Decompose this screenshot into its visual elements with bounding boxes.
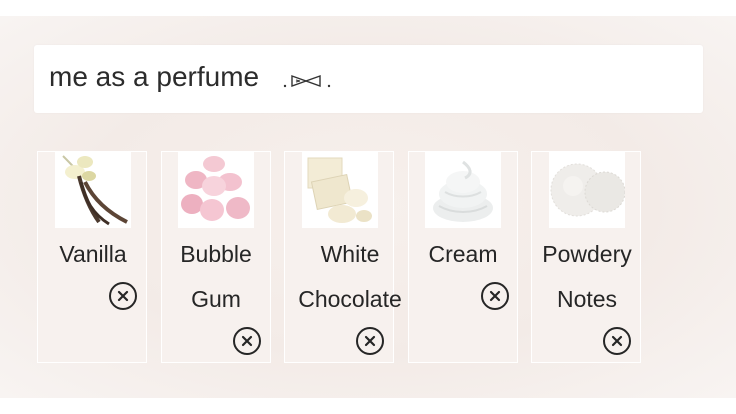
close-icon — [241, 335, 253, 347]
remove-bubble-gum-button[interactable] — [233, 327, 261, 355]
note-label-line1: Bubble — [180, 241, 252, 267]
note-label-line2: Gum — [191, 286, 241, 312]
note-label-line2: Notes — [556, 286, 618, 312]
close-icon — [117, 290, 129, 302]
white-chocolate-image — [302, 152, 378, 228]
board-title: me as a perfume — [49, 61, 260, 92]
whipped-cream-image — [425, 152, 501, 228]
remove-white-chocolate-button[interactable] — [356, 327, 384, 355]
powder-image — [549, 152, 625, 228]
close-icon — [611, 335, 623, 347]
vanilla-image — [55, 152, 131, 228]
note-label-line2: Chocolate — [298, 286, 402, 312]
remove-powdery-notes-button[interactable] — [603, 327, 631, 355]
remove-vanilla-button[interactable] — [109, 282, 137, 310]
note-label-line1: Powdery — [542, 241, 632, 267]
note-label-line1: Vanilla — [59, 241, 127, 267]
close-icon — [489, 290, 501, 302]
marshmallow-image — [178, 152, 254, 228]
bow-icon — [283, 75, 331, 88]
close-icon — [364, 335, 376, 347]
bottom-strip — [0, 398, 736, 414]
note-label-line1: Cream — [428, 241, 498, 267]
remove-cream-button[interactable] — [481, 282, 509, 310]
